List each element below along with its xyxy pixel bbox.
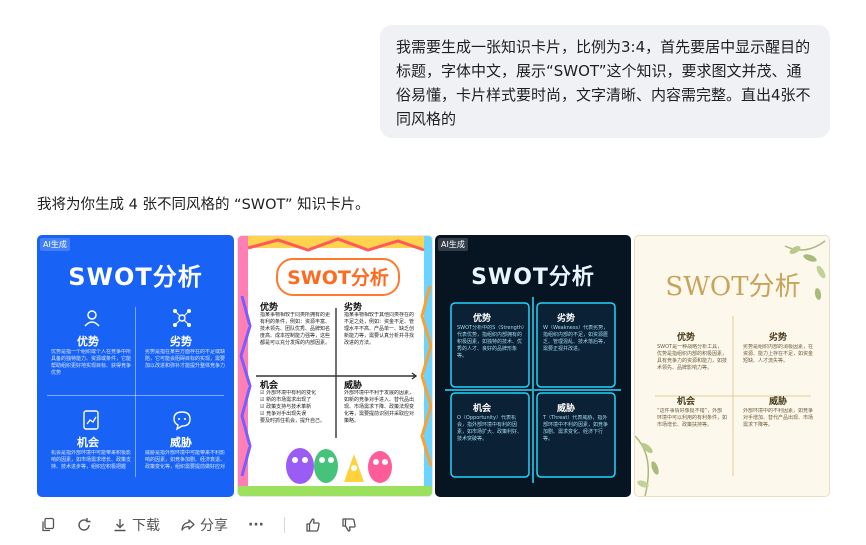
quadrant-text: 指某事物相较于其他同类存在的不足之处，例如：资金不足、管理水平不高、产品单一、缺… (344, 312, 415, 346)
share-label: 分享 (200, 518, 228, 534)
user-icon (84, 310, 100, 327)
card-title: SWOT分析 (287, 267, 389, 289)
quadrant-label: 优势 (77, 335, 99, 348)
dislike-button[interactable] (341, 517, 357, 533)
quadrant-text: 机会是指外部环境中可能带来积极影响的因素，如市场需求增长、政策支持、技术进步等，… (51, 450, 131, 470)
ai-generated-tag: AI生成 (40, 238, 70, 251)
thumbs-up-icon (306, 518, 320, 532)
like-button[interactable] (305, 517, 321, 533)
download-button[interactable]: 下载 (112, 515, 160, 535)
quadrant-text: W（Weakness）代表劣势，指组织内部的不足，如资源匮乏、管理混乱、技术落后… (543, 325, 609, 352)
thumbs-down-icon (342, 518, 356, 532)
quadrant-text: 优势是指一个组织或个人在竞争中所具备的独特能力、资源或条件，它能帮助组织更好地实… (51, 349, 131, 376)
swot-card-cream[interactable]: SWOT分析 优势 SWOT是一种战略分析工具，优势是指组织内部的积极因素，具有… (634, 235, 830, 497)
refresh-icon (78, 518, 91, 531)
quadrant-text: SWOT分析中的S（Strength）代表优势，指组织内部拥有的积极因素，如独特… (457, 325, 525, 359)
quadrant-text: 劣势是指在某些方面存在的不足或缺陷，它可能会阻碍目标的实现，需要加以改进和弥补才… (145, 349, 225, 369)
quadrant-text: 威胁是指外部环境中可能带来不利影响的因素，如竞争加剧、经济衰退、政策变化等，组织… (145, 450, 225, 470)
regenerate-button[interactable] (76, 517, 92, 533)
network-icon (173, 309, 191, 327)
quadrant-text: ☑ 外部环境中有利的变化 ☑ 新的市场需求出现了 ☑ 政策支持与技术革新 ☑ 竞… (260, 390, 326, 424)
quadrant-text: 外部环境中的不利因素，如竞争对手增加、替代产品出现、市场需求下降等。 (743, 408, 814, 428)
quadrant-label: 优势 (677, 333, 696, 343)
quadrant-label: 威胁 (769, 397, 788, 407)
quadrant-label: 机会 (677, 397, 696, 407)
quadrant-label: 机会 (77, 436, 99, 449)
quadrant-label: 劣势 (557, 314, 576, 324)
quadrant-label: 劣势 (170, 335, 192, 348)
cartoon-monsters-illustration (286, 448, 392, 484)
swot-card-blue[interactable]: AI生成 SWOT分析 优势 优势是指一个组织或个人在竞争中所具备的独特能力、资… (37, 235, 234, 497)
copy-button[interactable] (40, 517, 56, 533)
download-label: 下载 (132, 518, 160, 534)
generated-image-grid: AI生成 SWOT分析 优势 优势是指一个组织或个人在竞争中所具备的独特能力、资… (37, 235, 830, 497)
quadrant-text: SWOT是一种战略分析工具，优势是指组织内部的积极因素，具有竞争力的资源和能力，… (657, 344, 727, 371)
swot-card-doodle[interactable]: SWOT分析 优势 指某事物相较于同类所拥有的更有利的条件，例如：资源丰富、技术… (237, 235, 433, 497)
report-icon (83, 410, 99, 430)
quadrant-text: T（Threat）代表威胁，指外部环境中不利的因素，如竞争加剧、需求变化、经济下… (543, 415, 609, 442)
quadrant-text: “这件事情好像挺不错”，外部环境中可以利用的有利条件，如市场增长、政策扶持等。 (657, 408, 727, 428)
more-button[interactable]: ··· (248, 517, 264, 533)
download-icon (114, 519, 126, 532)
divider-horizontal (47, 395, 224, 396)
quadrant-label: 威胁 (557, 404, 576, 414)
toolbar-divider (283, 517, 285, 533)
quadrant-label: 优势 (473, 314, 492, 324)
assistant-reply-text: 我将为你生成 4 张不同风格的 “SWOT” 知识卡片。 (37, 197, 370, 213)
quadrant-text: 指某事物相较于同类所拥有的更有利的条件，例如：资源丰富、技术领先、团队优秀、品牌… (260, 312, 331, 346)
quadrant-text: 劣势是组织内部的消极因素，在资源、能力上存在不足，如资金短缺、人才流失等。 (743, 344, 814, 364)
card-title: SWOT分析 (665, 272, 801, 302)
quadrant-label: 机会 (473, 404, 492, 414)
message-action-toolbar: 下载 分享 ··· (40, 513, 377, 537)
quadrant-label: 威胁 (170, 436, 192, 449)
swot-card-neon[interactable]: AI生成 SWOT分析 优势 SWOT分析中的S（Strength）代表优势，指… (435, 235, 631, 497)
quadrant-text: 外部环境中不利于发展的因素，如新的竞争对手进入、替代品出现、市场需求下降、政策法… (344, 390, 415, 424)
user-message-bubble: 我需要生成一张知识卡片，比例为3:4，首先要居中显示醒目的标题，字体中文，展示“… (380, 25, 830, 138)
user-message-text: 我需要生成一张知识卡片，比例为3:4，首先要居中显示醒目的标题，字体中文，展示“… (396, 38, 811, 128)
card-title: SWOT分析 (68, 263, 203, 291)
more-label: ··· (248, 517, 264, 533)
quadrant-label: 劣势 (769, 333, 788, 343)
quadrant-text: O（Opportunity）代表机会，指外部环境中有利的因素，如市场扩大、政策利… (457, 415, 523, 442)
divider-vertical (135, 307, 136, 477)
share-button[interactable]: 分享 (180, 515, 228, 535)
share-icon (181, 519, 195, 531)
chat-icon (173, 411, 191, 431)
copy-icon (42, 517, 55, 532)
